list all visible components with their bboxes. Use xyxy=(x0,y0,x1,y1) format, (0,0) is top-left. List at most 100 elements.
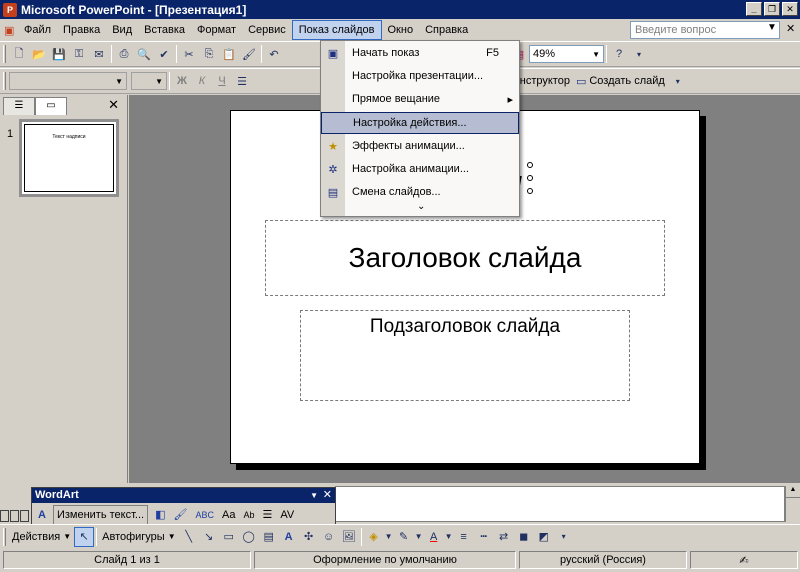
text-box-icon[interactable]: ▤ xyxy=(259,527,279,547)
chevron-down-icon[interactable]: ▼ xyxy=(155,77,163,86)
new-slide-button[interactable]: ▭ Создать слайд xyxy=(573,75,668,88)
chevron-down-icon[interactable]: ▼ xyxy=(384,527,394,547)
fill-color-icon[interactable]: ◈ xyxy=(364,527,384,547)
restore-icon[interactable]: ❐ xyxy=(764,2,780,16)
permission-icon[interactable]: ⚿ xyxy=(69,44,89,64)
selection-handle[interactable] xyxy=(527,162,533,168)
spelling-icon[interactable]: ✔ xyxy=(154,44,174,64)
close-document-icon[interactable]: ✕ xyxy=(786,22,795,35)
underline-button[interactable]: Ч xyxy=(212,71,232,91)
menu-item-animation-schemes[interactable]: ★ Эффекты анимации... xyxy=(321,135,519,157)
dash-style-icon[interactable]: ┅ xyxy=(474,527,494,547)
font-name-combo[interactable]: ▼ xyxy=(9,72,127,90)
powerpoint-app-icon[interactable]: P xyxy=(3,2,17,17)
format-painter-icon[interactable]: 🖌 xyxy=(239,44,259,64)
copy-icon[interactable]: ⎘ xyxy=(199,44,219,64)
expand-menu-icon[interactable]: ⌄ xyxy=(417,201,425,212)
menu-format[interactable]: Формат xyxy=(191,21,242,39)
close-icon[interactable]: ✕ xyxy=(108,97,119,113)
cut-icon[interactable]: ✂ xyxy=(179,44,199,64)
insert-wordart-icon[interactable]: A xyxy=(279,527,299,547)
close-icon[interactable]: ✕ xyxy=(782,2,798,16)
normal-view-icon[interactable] xyxy=(0,510,9,522)
vertical-scrollbar[interactable]: ▲ xyxy=(785,486,800,522)
wordart-gallery-icon[interactable]: ◧ xyxy=(151,505,169,525)
menu-item-start-show[interactable]: ▣ Начать показ F5 xyxy=(321,42,519,64)
toolbar-grip[interactable] xyxy=(3,527,6,546)
alignment-icon[interactable]: ☰ xyxy=(258,505,276,525)
font-size-combo[interactable]: ▼ xyxy=(131,72,167,90)
font-color-icon[interactable]: A xyxy=(424,527,444,547)
menu-insert[interactable]: Вставка xyxy=(138,21,191,39)
open-icon[interactable]: 📂 xyxy=(29,44,49,64)
chevron-down-icon[interactable]: ▼ xyxy=(115,77,123,86)
slide-thumbnail[interactable]: Текст надписи xyxy=(19,119,119,197)
chevron-down-icon[interactable]: ▼ xyxy=(444,527,454,547)
oval-icon[interactable]: ◯ xyxy=(239,527,259,547)
diagram-icon[interactable]: ✣ xyxy=(299,527,319,547)
scroll-up-icon[interactable]: ▲ xyxy=(786,486,800,498)
rectangle-icon[interactable]: ▭ xyxy=(219,527,239,547)
select-objects-icon[interactable]: ↖ xyxy=(74,526,95,547)
slide-sorter-icon[interactable] xyxy=(10,510,19,522)
toolbar-grip[interactable] xyxy=(3,72,6,90)
line-icon[interactable]: ╲ xyxy=(179,527,199,547)
menu-item-online-broadcast[interactable]: Прямое вещание ▸ xyxy=(321,88,519,110)
new-icon[interactable]: 🗋 xyxy=(9,44,29,64)
toolbar-options-icon[interactable]: ▾ xyxy=(554,527,574,547)
vertical-text-icon[interactable]: Ab xyxy=(239,505,258,525)
spelling-status-icon[interactable]: ✍ xyxy=(690,551,798,569)
format-wordart-icon[interactable]: 🖌 xyxy=(170,505,192,525)
wordart-shape-icon[interactable]: ABC xyxy=(191,505,218,525)
italic-button[interactable]: К xyxy=(192,71,212,91)
clip-art-icon[interactable]: ☺ xyxy=(319,527,339,547)
toolbar-options-icon[interactable]: ▼ xyxy=(310,488,318,503)
paste-icon[interactable]: 📋 xyxy=(219,44,239,64)
menu-item-slide-transition[interactable]: ▤ Смена слайдов... xyxy=(321,181,519,203)
insert-wordart-icon[interactable]: A xyxy=(34,505,50,525)
menu-file[interactable]: Файл xyxy=(18,21,57,39)
menu-help[interactable]: Справка xyxy=(419,21,474,39)
minimize-icon[interactable]: _ xyxy=(746,2,762,16)
chevron-down-icon[interactable]: ▼ xyxy=(767,22,777,33)
menu-item-set-up-show[interactable]: Настройка презентации... xyxy=(321,65,519,87)
slideshow-view-icon[interactable] xyxy=(20,510,29,522)
title-placeholder[interactable]: Заголовок слайда xyxy=(265,220,665,296)
help-icon[interactable]: ? xyxy=(609,44,629,64)
print-preview-icon[interactable]: 🔍 xyxy=(134,44,154,64)
close-icon[interactable]: ✕ xyxy=(323,488,332,503)
outline-tab-icon[interactable]: ☰ xyxy=(3,97,35,115)
save-icon[interactable]: 💾 xyxy=(49,44,69,64)
arrow-style-icon[interactable]: ⇄ xyxy=(494,527,514,547)
zoom-combo[interactable]: 49% ▼ xyxy=(529,45,604,63)
character-spacing-icon[interactable]: AV xyxy=(276,505,298,525)
document-icon[interactable]: ▣ xyxy=(0,24,18,37)
arrow-icon[interactable]: ↘ xyxy=(199,527,219,547)
menu-slide-show[interactable]: Показ слайдов xyxy=(291,20,382,40)
menu-item-custom-animation[interactable]: ✲ Настройка анимации... xyxy=(321,158,519,180)
line-color-icon[interactable]: ✎ xyxy=(394,527,414,547)
ask-question-input[interactable]: Введите вопрос xyxy=(630,21,780,39)
toolbar-options-icon[interactable]: ▾ xyxy=(629,44,649,64)
edit-text-button[interactable]: Изменить текст... xyxy=(52,504,149,525)
toolbar-grip[interactable] xyxy=(3,45,6,63)
chevron-down-icon[interactable]: ▼ xyxy=(414,527,424,547)
print-icon[interactable]: ⎙ xyxy=(114,44,134,64)
same-letter-heights-icon[interactable]: Aa xyxy=(218,505,239,525)
email-icon[interactable]: ✉ xyxy=(89,44,109,64)
notes-pane[interactable] xyxy=(335,486,785,522)
autoshapes-menu[interactable]: Автофигуры ▼ xyxy=(99,531,179,543)
align-left-icon[interactable]: ☰ xyxy=(232,71,252,91)
bold-button[interactable]: Ж xyxy=(172,71,192,91)
actions-menu[interactable]: Действия ▼ xyxy=(9,531,74,543)
menu-item-action-settings[interactable]: Настройка действия... xyxy=(321,112,519,134)
slides-tab-icon[interactable]: ▭ xyxy=(35,97,67,115)
selection-handle[interactable] xyxy=(527,188,533,194)
menu-view[interactable]: Вид xyxy=(106,21,138,39)
undo-icon[interactable]: ↶ xyxy=(264,44,284,64)
subtitle-placeholder[interactable]: Подзаголовок слайда xyxy=(300,310,630,401)
menu-tools[interactable]: Сервис xyxy=(242,21,292,39)
chevron-down-icon[interactable]: ▼ xyxy=(592,50,600,59)
selection-handle[interactable] xyxy=(527,175,533,181)
toolbar-options-icon[interactable]: ▾ xyxy=(668,71,688,91)
